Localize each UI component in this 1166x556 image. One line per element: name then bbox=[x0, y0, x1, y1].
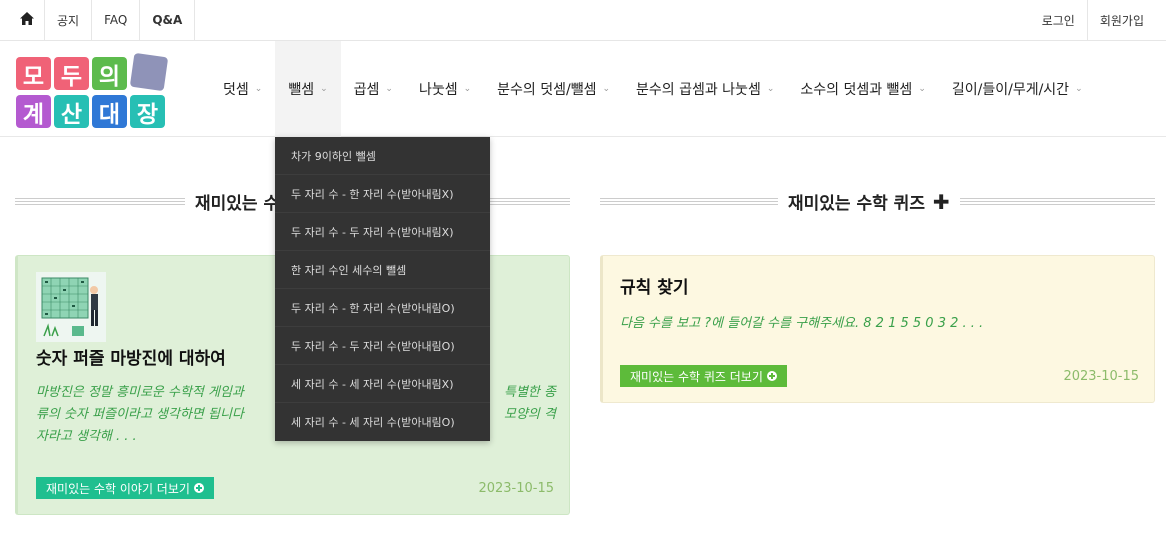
logo-tile: 의 bbox=[92, 57, 127, 90]
nav-division[interactable]: 나눗셈 ⌄ bbox=[406, 41, 484, 137]
signup-link[interactable]: 회원가입 bbox=[1086, 0, 1156, 40]
story-more-button[interactable]: 재미있는 수학 이야기 더보기 bbox=[36, 477, 214, 499]
quiz-more-button-label: 재미있는 수학 퀴즈 더보기 bbox=[630, 369, 763, 384]
subtraction-dropdown-menu: 차가 9이하인 뺄셈 두 자리 수 - 한 자리 수(받아내림X) 두 자리 수… bbox=[275, 137, 490, 441]
excerpt-line: 류의 숫자 퍼즐이라고 생각하면 됩니다 bbox=[36, 407, 244, 422]
chevron-down-icon: ⌄ bbox=[463, 84, 472, 94]
dropdown-item[interactable]: 한 자리 수인 세수의 뺄셈 bbox=[275, 251, 490, 289]
dropdown-item[interactable]: 두 자리 수 - 두 자리 수(받아내림X) bbox=[275, 213, 490, 251]
dropdown-item[interactable]: 세 자리 수 - 세 자리 수(받아내림O) bbox=[275, 403, 490, 441]
chevron-down-icon: ⌄ bbox=[918, 84, 926, 94]
magic-square-thumbnail bbox=[36, 272, 106, 342]
story-card-title[interactable]: 숫자 퍼즐 마방진에 대하여 bbox=[36, 344, 226, 369]
site-logo[interactable]: 모 두 의 계 산 대 장 bbox=[16, 52, 169, 131]
plus-icon[interactable]: ✚ bbox=[933, 190, 950, 214]
chevron-down-icon: ⌄ bbox=[766, 84, 775, 94]
nav-label: 분수의 덧셈/뺄셈 bbox=[497, 82, 597, 98]
faq-link-label: FAQ bbox=[104, 13, 128, 27]
dropdown-item[interactable]: 두 자리 수 - 두 자리 수(받아내림O) bbox=[275, 327, 490, 365]
main-nav: 덧셈 ⌄ 뺄셈 ⌄ 곱셈 ⌄ 나눗셈 ⌄ 분수의 덧셈/뺄셈 ⌄ 분수의 곱셈과 나눗셈 ⌄… bbox=[210, 41, 1096, 137]
story-section-title: 재미있는 수 bbox=[185, 189, 290, 214]
chevron-down-icon: ⌄ bbox=[602, 84, 610, 94]
quiz-card-excerpt: 다음 수를 보고 ?에 들어갈 수를 구해주세요. 8 2 1 5 5 0 3 … bbox=[620, 316, 984, 331]
nav-label: 길이/들이/무게/시간 bbox=[951, 82, 1070, 98]
logo-tile: 모 bbox=[16, 57, 51, 90]
story-more-button-label: 재미있는 수학 이야기 더보기 bbox=[46, 481, 190, 496]
logo-tile: 계 bbox=[16, 95, 51, 128]
home-button[interactable] bbox=[10, 0, 45, 40]
nav-fraction-mul-div[interactable]: 분수의 곱셈과 나눗셈 ⌄ bbox=[623, 41, 787, 137]
nav-label: 소수의 덧셈과 뺄셈 bbox=[800, 82, 913, 98]
quiz-section-title: 재미있는 수학 퀴즈 bbox=[788, 194, 925, 214]
excerpt-line: 마방진은 정말 흥미로운 수학적 게임과 bbox=[36, 385, 244, 400]
nav-multiplication[interactable]: 곱셈 ⌄ bbox=[341, 41, 406, 137]
dropdown-item[interactable]: 세 자리 수 - 세 자리 수(받아내림X) bbox=[275, 365, 490, 403]
quiz-card-date: 2023-10-15 bbox=[1063, 369, 1139, 384]
chevron-down-icon: ⌄ bbox=[320, 84, 328, 94]
signup-link-label: 회원가입 bbox=[1099, 13, 1144, 28]
qa-link-label: Q&A bbox=[152, 13, 183, 27]
nav-decimal-add-sub[interactable]: 소수의 덧셈과 뺄셈 ⌄ bbox=[787, 41, 939, 137]
quiz-more-button[interactable]: 재미있는 수학 퀴즈 더보기 bbox=[620, 365, 787, 387]
nav-label: 나눗셈 bbox=[418, 82, 458, 98]
top-utility-bar: 공지 FAQ Q&A 로그인 회원가입 bbox=[0, 0, 1166, 41]
logo-tile: 장 bbox=[130, 95, 165, 128]
site-header: 모 두 의 계 산 대 장 덧셈 ⌄ 뺄셈 ⌄ 곱셈 ⌄ 나눗셈 ⌄ 분수의 덧셈/뺄셈… bbox=[0, 41, 1166, 137]
logo-tile: 두 bbox=[54, 57, 89, 90]
nav-measurement[interactable]: 길이/들이/무게/시간 ⌄ bbox=[939, 41, 1096, 137]
quiz-section-title-wrap: 재미있는 수학 퀴즈 ✚ bbox=[778, 189, 960, 214]
login-link[interactable]: 로그인 bbox=[1030, 0, 1087, 40]
top-right-links: 로그인 회원가입 bbox=[1030, 0, 1156, 40]
plus-circle-icon bbox=[193, 483, 204, 493]
nav-subtraction[interactable]: 뺄셈 ⌄ bbox=[275, 41, 341, 137]
nav-addition[interactable]: 덧셈 ⌄ bbox=[210, 41, 275, 137]
excerpt-line-end: 모양의 격 bbox=[504, 407, 556, 422]
logo-tile: 대 bbox=[92, 95, 127, 128]
home-icon bbox=[20, 12, 34, 28]
notice-link-label: 공지 bbox=[57, 13, 80, 28]
faq-link[interactable]: FAQ bbox=[92, 0, 141, 40]
plus-circle-icon bbox=[766, 371, 777, 381]
chevron-down-icon: ⌄ bbox=[1075, 84, 1083, 94]
dropdown-item[interactable]: 두 자리 수 - 한 자리 수(받아내림X) bbox=[275, 175, 490, 213]
chevron-down-icon: ⌄ bbox=[254, 84, 263, 94]
quiz-section-header: 재미있는 수학 퀴즈 ✚ bbox=[600, 186, 1155, 216]
excerpt-line: 자라고 생각해 . . . bbox=[36, 429, 137, 444]
nav-fraction-add-sub[interactable]: 분수의 덧셈/뺄셈 ⌄ bbox=[484, 41, 623, 137]
dropdown-item[interactable]: 차가 9이하인 뺄셈 bbox=[275, 137, 490, 175]
quiz-card: 규칙 찾기 다음 수를 보고 ?에 들어갈 수를 구해주세요. 8 2 1 5 … bbox=[600, 255, 1155, 403]
nav-label: 곱셈 bbox=[353, 82, 380, 98]
qa-link[interactable]: Q&A bbox=[140, 0, 196, 40]
chevron-down-icon: ⌄ bbox=[385, 84, 393, 94]
login-link-label: 로그인 bbox=[1041, 13, 1075, 28]
nav-label: 덧셈 bbox=[223, 82, 249, 98]
nav-label: 분수의 곱셈과 나눗셈 bbox=[636, 82, 761, 98]
quiz-card-title[interactable]: 규칙 찾기 bbox=[620, 273, 688, 298]
notice-link[interactable]: 공지 bbox=[45, 0, 93, 40]
logo-decor-square bbox=[129, 52, 169, 92]
logo-tile: 산 bbox=[54, 95, 89, 128]
dropdown-item[interactable]: 두 자리 수 - 한 자리 수(받아내림O) bbox=[275, 289, 490, 327]
story-card-date: 2023-10-15 bbox=[478, 481, 554, 496]
nav-label: 뺄셈 bbox=[288, 82, 315, 98]
excerpt-line-end: 특별한 종 bbox=[504, 385, 556, 400]
top-left-links: 공지 FAQ Q&A bbox=[10, 0, 196, 40]
